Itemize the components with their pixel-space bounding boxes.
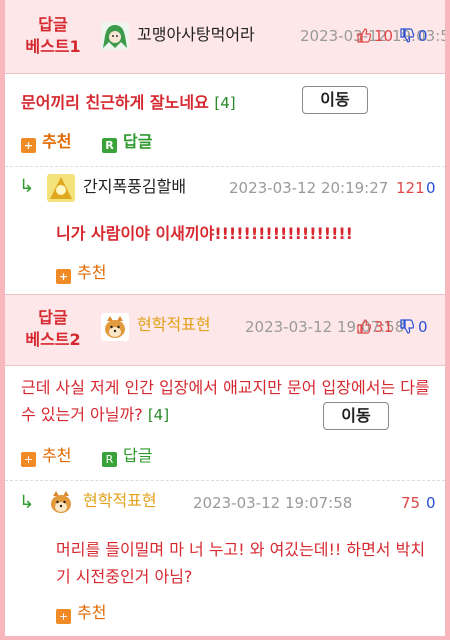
best-comment-header-2: 답글 베스트2 현학적표현 2023-03-12 19:07:58 31 0 xyxy=(5,294,445,366)
recommend-button[interactable]: + 추천 xyxy=(56,262,106,284)
move-button[interactable]: 이동 xyxy=(302,86,368,114)
downvote-count: 0 xyxy=(426,494,436,512)
comment-author[interactable]: 간지폭풍김할배 xyxy=(83,176,186,198)
reply-button[interactable]: R 답글 xyxy=(102,445,152,467)
plus-icon: + xyxy=(56,609,71,624)
recommend-button[interactable]: + 추천 xyxy=(21,131,71,153)
comment-panel: 답글 베스트1 꼬맹아사탕먹어라 2023-03-12 19:03:57 10 … xyxy=(5,0,445,636)
comment-date: 2023-03-12 19:07:58 xyxy=(193,494,353,512)
comment-text: 니가 사람이야 이새끼야!!!!!!!!!!!!!!!!!!! xyxy=(56,224,353,243)
comment-text: 문어끼리 친근하게 잘노네요 [4] xyxy=(21,93,236,112)
comment-author[interactable]: 현학적표현 xyxy=(83,490,157,512)
reply-arrow-icon: ↳ xyxy=(19,492,35,513)
reply-r-icon: R xyxy=(102,452,117,467)
best-comment-header-1: 답글 베스트1 꼬맹아사탕먹어라 2023-03-12 19:03:57 10 … xyxy=(5,0,445,74)
upvote-count: 31 xyxy=(374,318,394,336)
reply-count: [4] xyxy=(147,406,170,424)
plus-icon: + xyxy=(56,269,71,284)
downvote-count: 0 xyxy=(418,318,428,336)
divider xyxy=(5,166,445,167)
plus-icon: + xyxy=(21,138,36,153)
avatar-gold[interactable] xyxy=(47,174,75,202)
reply-count: [4] xyxy=(214,94,236,112)
avatar-green-hair[interactable] xyxy=(101,22,129,50)
thumbs-up-icon[interactable] xyxy=(357,319,371,334)
plus-icon: + xyxy=(21,452,36,467)
reply-r-icon: R xyxy=(102,138,117,153)
recommend-button[interactable]: + 추천 xyxy=(56,602,106,624)
reply-arrow-icon: ↳ xyxy=(19,176,35,197)
thumbs-down-icon[interactable] xyxy=(400,28,414,43)
downvote-count: 0 xyxy=(426,179,436,197)
upvote-count: 10 xyxy=(374,27,394,45)
downvote-count: 0 xyxy=(418,27,428,45)
upvote-count: 121 xyxy=(396,179,425,197)
avatar-shiba-dog[interactable] xyxy=(47,488,75,516)
comment-author[interactable]: 현학적표현 xyxy=(137,314,211,336)
move-button[interactable]: 이동 xyxy=(323,402,389,430)
thumbs-up-icon[interactable] xyxy=(357,28,371,43)
best-label: 답글 베스트1 xyxy=(25,15,81,56)
divider xyxy=(5,480,445,481)
upvote-count: 75 xyxy=(401,494,421,512)
best-label: 답글 베스트2 xyxy=(25,308,81,349)
thumbs-down-icon[interactable] xyxy=(400,319,414,334)
comment-date: 2023-03-12 20:19:27 xyxy=(229,179,389,197)
comment-author[interactable]: 꼬맹아사탕먹어라 xyxy=(137,24,255,46)
avatar-shiba-dog[interactable] xyxy=(101,313,129,341)
recommend-button[interactable]: + 추천 xyxy=(21,445,71,467)
comment-text: 머리를 들이밀며 마 너 누고! 와 여깄는데!! 하면서 박치기 시전중인거 … xyxy=(56,540,426,586)
reply-button[interactable]: R 답글 xyxy=(102,131,152,153)
